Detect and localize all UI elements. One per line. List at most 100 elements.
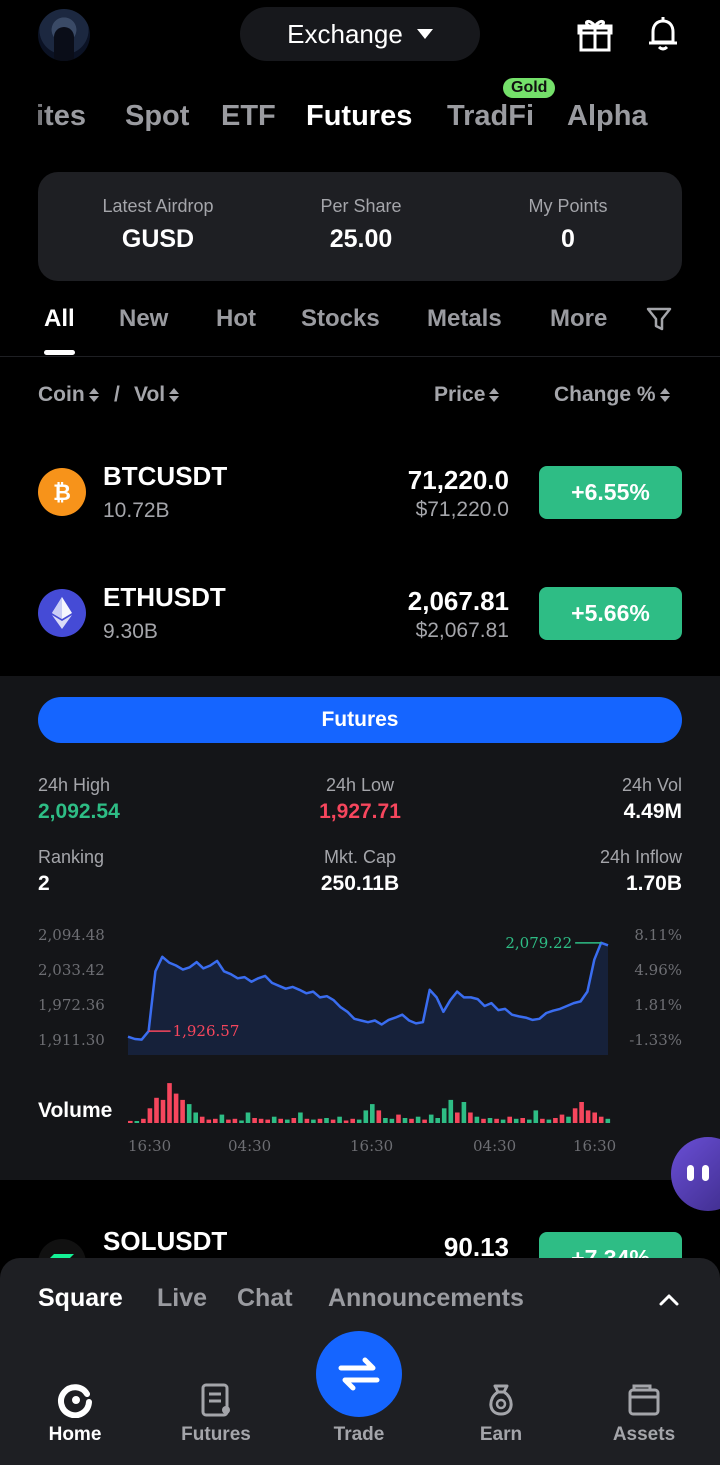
volume-bar: [513, 1118, 519, 1123]
sort-price[interactable]: Price: [434, 383, 500, 407]
volume-bar: [356, 1119, 362, 1123]
volume-bar: [232, 1118, 238, 1123]
tab-spot[interactable]: Spot: [125, 100, 189, 133]
volume-bar: [173, 1093, 179, 1123]
volume-bar: [180, 1099, 185, 1123]
table-row[interactable]: ₿ BTCUSDT 10.72B 71,220.0 $71,220.0 +6.5…: [0, 440, 720, 550]
tab-hot[interactable]: Hot: [216, 305, 256, 333]
volume-bar: [239, 1120, 244, 1123]
inflow-value: 1.70B: [625, 872, 682, 895]
tab-announcements[interactable]: Announcements: [328, 1284, 524, 1313]
table-row[interactable]: ETHUSDT 9.30B 2,067.81 $2,067.81 +5.66%: [0, 561, 720, 671]
volume-bar: [415, 1116, 421, 1123]
tab-new[interactable]: New: [119, 305, 168, 333]
low-marker-label: 1,926.57: [173, 1022, 240, 1040]
tab-tradfi[interactable]: TradFi: [447, 100, 534, 133]
row-symbol: SOLUSDT: [103, 1226, 228, 1256]
header-slash: /: [114, 383, 120, 406]
sort-change[interactable]: Change %: [554, 383, 670, 407]
volume-bar: [441, 1108, 447, 1123]
tab-all[interactable]: All: [44, 305, 75, 333]
row-volume: 9.30B: [103, 620, 158, 643]
tab-fade: [0, 96, 50, 136]
sort-icon: [88, 388, 99, 402]
change-badge[interactable]: +6.55%: [539, 466, 682, 519]
volume-bar: [271, 1116, 277, 1123]
caret-down-icon: [416, 29, 433, 39]
change-badge[interactable]: +5.66%: [539, 587, 682, 640]
volume-bar: [363, 1110, 369, 1123]
row-symbol: ETHUSDT: [103, 582, 226, 612]
tab-alpha[interactable]: Alpha: [567, 100, 648, 133]
change-header: Change %: [554, 383, 656, 406]
price-chart[interactable]: 2,079.22 1,926.57: [0, 920, 720, 1060]
row-price: 71,220.0: [407, 465, 509, 495]
volume-bar: [527, 1119, 532, 1123]
chevron-up-icon[interactable]: [657, 1289, 681, 1309]
volume-bar: [428, 1114, 434, 1123]
sort-vol[interactable]: Vol: [134, 383, 180, 407]
nav-label: Earn: [479, 1424, 523, 1445]
airdrop-card[interactable]: Latest Airdrop GUSD Per Share 25.00 My P…: [38, 172, 682, 281]
volume-bar: [507, 1116, 512, 1123]
nav-trade[interactable]: Trade: [304, 1380, 414, 1446]
bitcoin-icon: ₿: [38, 468, 86, 516]
low-label: 24h Low: [325, 775, 395, 795]
volume-bar: [141, 1118, 146, 1123]
futures-button[interactable]: Futures: [38, 697, 682, 743]
tab-live[interactable]: Live: [157, 1284, 207, 1313]
tab-metals[interactable]: Metals: [427, 305, 502, 333]
volume-bar: [167, 1083, 172, 1123]
nav-label: Home: [48, 1424, 102, 1445]
nav-earn[interactable]: Earn: [446, 1380, 556, 1446]
volume-bar: [481, 1118, 486, 1123]
nav-home[interactable]: Home: [20, 1380, 130, 1446]
volume-bar: [258, 1118, 264, 1123]
table-row[interactable]: SOLUSDT 90.13 +7.34%: [0, 1205, 720, 1265]
volume-bar: [383, 1118, 388, 1123]
avatar[interactable]: [38, 9, 90, 61]
volume-bar: [128, 1120, 133, 1123]
divider: [0, 356, 720, 357]
exchange-switcher[interactable]: Exchange: [240, 7, 480, 61]
volume-bar: [206, 1119, 212, 1123]
volume-bar: [213, 1118, 218, 1123]
volume-bar: [245, 1112, 251, 1123]
sort-icon: [169, 388, 180, 402]
row-usd-price: $71,220.0: [415, 498, 509, 521]
row-price: 2,067.81: [407, 586, 509, 616]
row-volume: 10.72B: [103, 499, 170, 522]
volume-bar: [533, 1110, 539, 1123]
volume-bar: [455, 1112, 460, 1123]
gift-icon[interactable]: [575, 14, 615, 54]
bell-icon[interactable]: [643, 14, 683, 54]
tab-stocks[interactable]: Stocks: [301, 305, 380, 333]
ethereum-icon: [38, 589, 86, 637]
per-share-label: Per Share: [320, 196, 402, 216]
volume-bar: [199, 1116, 205, 1123]
tab-chat[interactable]: Chat: [237, 1284, 293, 1313]
volume-bar: [160, 1099, 166, 1123]
tab-more[interactable]: More: [550, 305, 607, 333]
volume-bar: [520, 1118, 525, 1123]
volume-bar: [252, 1118, 257, 1123]
nav-futures[interactable]: Futures: [161, 1380, 271, 1446]
volume-bar: [389, 1118, 395, 1123]
filter-icon[interactable]: [646, 306, 672, 332]
mkt-cap-value: 250.11B: [320, 872, 400, 895]
volume-bar: [461, 1102, 467, 1123]
volume-bar: [324, 1118, 329, 1123]
nav-assets[interactable]: Assets: [589, 1380, 699, 1446]
per-share: Per Share 25.00: [241, 196, 481, 254]
volume-bar: [134, 1121, 140, 1123]
sort-coin[interactable]: Coin: [38, 383, 99, 407]
volume-bar: [343, 1120, 349, 1123]
tab-square[interactable]: Square: [38, 1284, 123, 1313]
x-tick: 04:30: [228, 1137, 272, 1155]
tab-etf[interactable]: ETF: [221, 100, 276, 133]
x-tick: 16:30: [350, 1137, 394, 1155]
tab-futures[interactable]: Futures: [306, 100, 412, 133]
volume-bar: [402, 1118, 408, 1123]
price-header: Price: [434, 383, 486, 406]
volume-bar: [226, 1119, 231, 1123]
